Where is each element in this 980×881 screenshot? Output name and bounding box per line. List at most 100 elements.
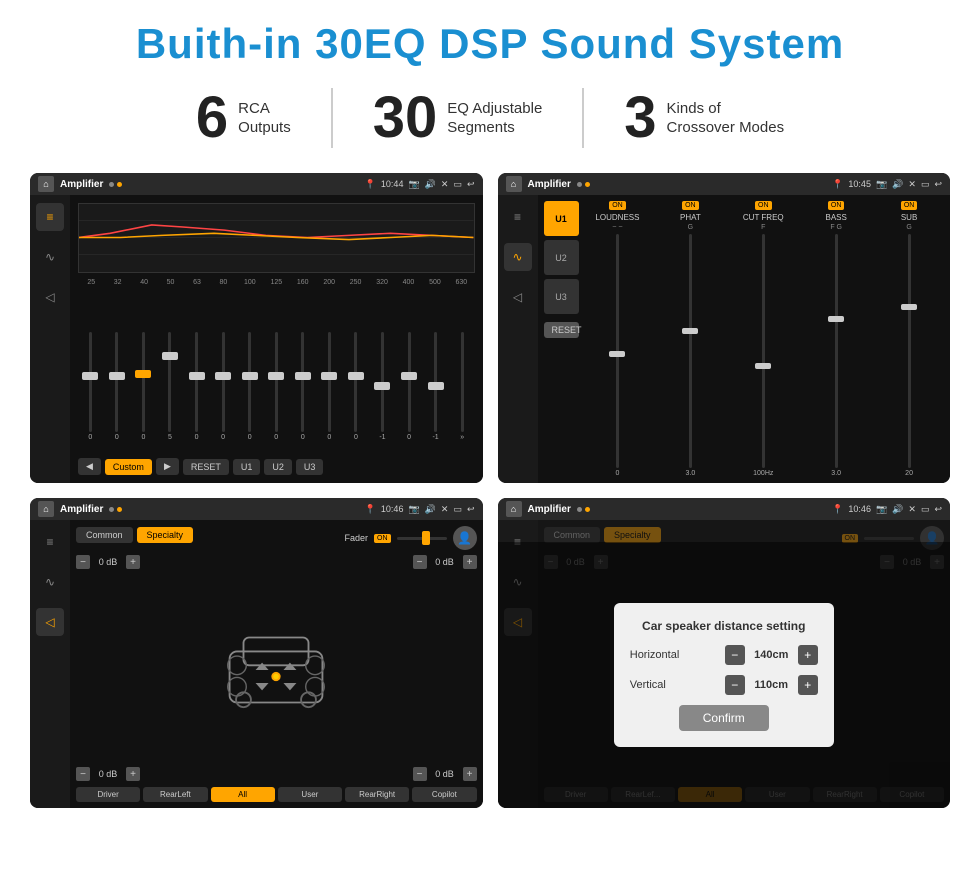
screen4-status-left: ⌂ Amplifier xyxy=(506,501,590,517)
all-btn[interactable]: All xyxy=(211,787,275,802)
cutfreq-slider[interactable] xyxy=(762,234,765,468)
vertical-plus-btn[interactable]: + xyxy=(798,675,818,695)
db-plus-bl[interactable]: + xyxy=(126,767,140,781)
rearright-btn[interactable]: RearRight xyxy=(345,787,409,802)
slider-track-1[interactable] xyxy=(89,332,92,432)
db-minus-tl[interactable]: − xyxy=(76,555,90,569)
back-icon-4[interactable]: ↩ xyxy=(934,504,942,515)
slider-thumb-13[interactable] xyxy=(401,372,417,380)
u1-crossover-btn[interactable]: U1 xyxy=(544,201,579,236)
speaker-side-icon-2[interactable]: ◁ xyxy=(504,283,532,311)
loudness-thumb[interactable] xyxy=(609,351,625,357)
home-icon-2[interactable]: ⌂ xyxy=(506,176,522,192)
slider-track-12[interactable] xyxy=(381,332,384,432)
confirm-button[interactable]: Confirm xyxy=(679,705,769,731)
db-minus-tr[interactable]: − xyxy=(413,555,427,569)
close-icon-3[interactable]: ✕ xyxy=(441,504,449,515)
u3-btn[interactable]: U3 xyxy=(296,459,324,475)
slider-track-3[interactable] xyxy=(142,332,145,432)
back-icon-2[interactable]: ↩ xyxy=(934,179,942,190)
copilot-btn[interactable]: Copilot xyxy=(412,787,476,802)
slider-track-15[interactable] xyxy=(461,332,464,432)
db-plus-tl[interactable]: + xyxy=(126,555,140,569)
close-icon-2[interactable]: ✕ xyxy=(908,179,916,190)
slider-track-10[interactable] xyxy=(328,332,331,432)
u3-crossover-btn[interactable]: U3 xyxy=(544,279,579,314)
eq-side-icon-2[interactable]: ≡ xyxy=(504,203,532,231)
slider-thumb-10[interactable] xyxy=(321,372,337,380)
slider-thumb-12[interactable] xyxy=(374,382,390,390)
wave-side-icon-2[interactable]: ∿ xyxy=(504,243,532,271)
slider-track-14[interactable] xyxy=(434,332,437,432)
minimize-icon-3[interactable]: ▭ xyxy=(453,504,462,515)
fader-slider-thumb[interactable] xyxy=(422,531,430,545)
slider-thumb-7[interactable] xyxy=(242,372,258,380)
specialty-tab[interactable]: Specialty xyxy=(137,527,194,543)
slider-thumb-1[interactable] xyxy=(82,372,98,380)
speaker-side-icon-3[interactable]: ◁ xyxy=(36,608,64,636)
loudness-slider[interactable] xyxy=(616,234,619,468)
speaker-side-icon[interactable]: ◁ xyxy=(36,283,64,311)
db-plus-tr[interactable]: + xyxy=(463,555,477,569)
home-icon-3[interactable]: ⌂ xyxy=(38,501,54,517)
slider-track-8[interactable] xyxy=(275,332,278,432)
minimize-icon-2[interactable]: ▭ xyxy=(921,179,930,190)
slider-thumb-6[interactable] xyxy=(215,372,231,380)
bass-thumb[interactable] xyxy=(828,316,844,322)
horizontal-plus-btn[interactable]: + xyxy=(798,645,818,665)
eq-side-icon[interactable]: ≡ xyxy=(36,203,64,231)
fader-slider[interactable] xyxy=(397,537,447,540)
minimize-icon-4[interactable]: ▭ xyxy=(921,504,930,515)
close-icon-4[interactable]: ✕ xyxy=(908,504,916,515)
fader-user-icon[interactable]: 👤 xyxy=(453,526,477,550)
close-icon-1[interactable]: ✕ xyxy=(441,179,449,190)
u1-btn[interactable]: U1 xyxy=(233,459,261,475)
db-minus-bl[interactable]: − xyxy=(76,767,90,781)
phat-thumb[interactable] xyxy=(682,328,698,334)
db-plus-br[interactable]: + xyxy=(463,767,477,781)
u2-crossover-btn[interactable]: U2 xyxy=(544,240,579,275)
slider-track-13[interactable] xyxy=(408,332,411,432)
slider-track-5[interactable] xyxy=(195,332,198,432)
prev-btn[interactable]: ◀ xyxy=(78,458,101,475)
phat-slider[interactable] xyxy=(689,234,692,468)
slider-thumb-9[interactable] xyxy=(295,372,311,380)
vertical-minus-btn[interactable]: − xyxy=(725,675,745,695)
common-tab[interactable]: Common xyxy=(76,527,133,543)
wave-side-icon[interactable]: ∿ xyxy=(36,243,64,271)
slider-track-4[interactable] xyxy=(168,332,171,432)
rearleft-btn[interactable]: RearLeft xyxy=(143,787,207,802)
u2-btn[interactable]: U2 xyxy=(264,459,292,475)
slider-thumb-4[interactable] xyxy=(162,352,178,360)
slider-track-9[interactable] xyxy=(301,332,304,432)
minimize-icon-1[interactable]: ▭ xyxy=(453,179,462,190)
wave-side-icon-3[interactable]: ∿ xyxy=(36,568,64,596)
slider-thumb-3[interactable] xyxy=(135,370,151,378)
slider-track-2[interactable] xyxy=(115,332,118,432)
bass-slider[interactable] xyxy=(835,234,838,468)
slider-thumb-2[interactable] xyxy=(109,372,125,380)
user-btn[interactable]: User xyxy=(278,787,342,802)
slider-thumb-8[interactable] xyxy=(268,372,284,380)
cutfreq-thumb[interactable] xyxy=(755,363,771,369)
back-icon-3[interactable]: ↩ xyxy=(467,504,475,515)
back-icon-1[interactable]: ↩ xyxy=(467,179,475,190)
sub-thumb[interactable] xyxy=(901,304,917,310)
slider-thumb-5[interactable] xyxy=(189,372,205,380)
slider-thumb-11[interactable] xyxy=(348,372,364,380)
home-icon-1[interactable]: ⌂ xyxy=(38,176,54,192)
reset-btn[interactable]: RESET xyxy=(183,459,229,475)
crossover-reset-btn[interactable]: RESET xyxy=(544,322,579,338)
slider-track-7[interactable] xyxy=(248,332,251,432)
slider-thumb-14[interactable] xyxy=(428,382,444,390)
db-minus-br[interactable]: − xyxy=(413,767,427,781)
driver-btn[interactable]: Driver xyxy=(76,787,140,802)
play-btn[interactable]: ▶ xyxy=(156,458,179,475)
horizontal-minus-btn[interactable]: − xyxy=(725,645,745,665)
slider-track-6[interactable] xyxy=(222,332,225,432)
home-icon-4[interactable]: ⌂ xyxy=(506,501,522,517)
custom-btn[interactable]: Custom xyxy=(105,459,152,475)
eq-side-icon-3[interactable]: ≡ xyxy=(36,528,64,556)
sub-slider[interactable] xyxy=(908,234,911,468)
slider-track-11[interactable] xyxy=(354,332,357,432)
